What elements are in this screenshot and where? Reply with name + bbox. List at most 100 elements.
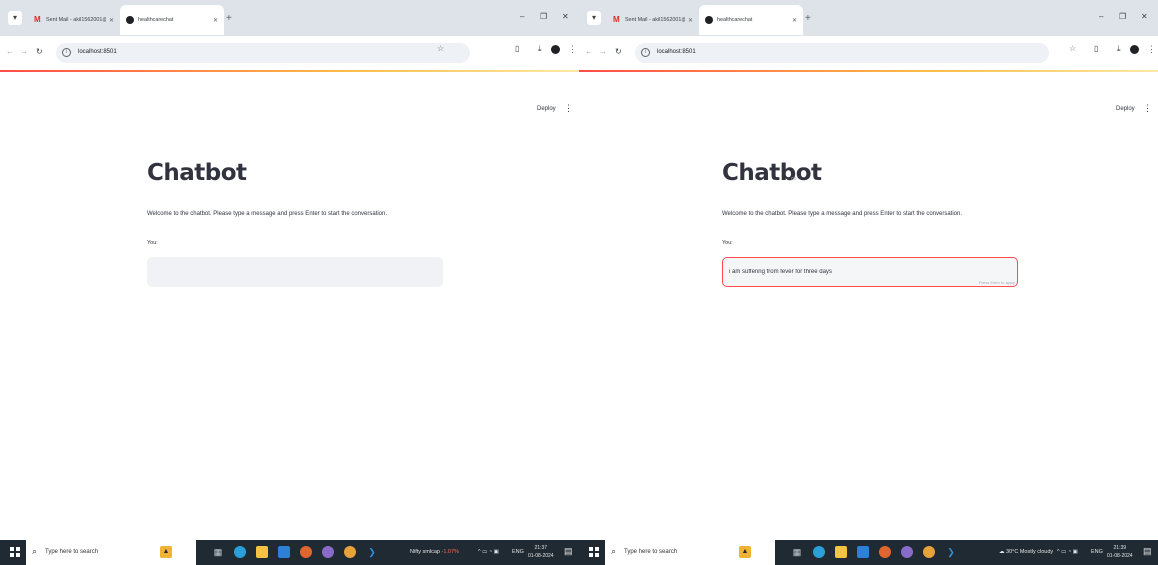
app-menu-icon[interactable]: ⋮ xyxy=(564,103,573,114)
clock-date: 01-08-2024 xyxy=(1107,553,1133,559)
file-explorer-icon[interactable] xyxy=(835,546,847,558)
profile-avatar[interactable] xyxy=(1130,45,1139,54)
chat-input[interactable] xyxy=(722,257,1018,287)
window-close-button[interactable]: ✕ xyxy=(1141,12,1148,21)
language-indicator[interactable]: ENG xyxy=(1091,549,1103,555)
windows-taskbar: ⌕ Type here to search ▲ ▦ ❯ Nifty smlcap… xyxy=(0,540,579,565)
reading-mode-icon[interactable]: ▯ xyxy=(515,44,519,53)
welcome-text: Welcome to the chatbot. Please type a me… xyxy=(147,211,388,217)
tab-title: healthcarechat xyxy=(138,17,174,23)
download-icon[interactable]: ⤓ xyxy=(538,44,542,54)
tray-icons[interactable]: ^ ▭ ◔ ▣ xyxy=(478,549,499,555)
store-icon[interactable] xyxy=(857,546,869,558)
browser-menu-icon[interactable]: ⋮ xyxy=(568,44,577,55)
search-placeholder: Type here to search xyxy=(45,549,99,555)
anchor-link-icon[interactable]: ∞ xyxy=(791,174,797,183)
edge-icon[interactable] xyxy=(234,546,246,558)
tray-icons[interactable]: ^ ▭ ◔ ▣ xyxy=(1057,549,1078,555)
streamlit-icon xyxy=(705,16,713,24)
url-text: localhost:8501 xyxy=(657,49,696,55)
app-menu-icon[interactable]: ⋮ xyxy=(1143,103,1152,114)
reload-button[interactable]: ↻ xyxy=(615,47,622,56)
close-icon[interactable]: ✕ xyxy=(792,17,797,24)
forward-button[interactable]: → xyxy=(20,47,28,56)
app-icon[interactable] xyxy=(879,546,891,558)
windows-start-icon[interactable] xyxy=(589,547,599,557)
address-bar[interactable]: i localhost:8501 xyxy=(56,43,470,63)
minimize-button[interactable]: – xyxy=(1099,12,1103,21)
clock[interactable]: 21:37 01-08-2024 xyxy=(528,544,554,560)
close-icon[interactable]: ✕ xyxy=(688,17,693,24)
store-icon[interactable] xyxy=(278,546,290,558)
deploy-button[interactable]: Deploy xyxy=(537,106,556,112)
vscode-icon[interactable]: ❯ xyxy=(366,546,378,558)
browser-toolbar: ← → ↻ i localhost:8501 ☆ ▯ ⤓ ⋮ xyxy=(579,36,1158,70)
weather-icon: ☁ xyxy=(999,549,1005,555)
address-bar[interactable]: i localhost:8501 xyxy=(635,43,1049,63)
new-tab-button[interactable]: + xyxy=(226,13,232,24)
tab-title: healthcarechat xyxy=(717,17,753,23)
download-icon[interactable]: ⤓ xyxy=(1117,44,1121,54)
clock-date: 01-08-2024 xyxy=(528,553,554,559)
bookmark-star-icon[interactable]: ☆ xyxy=(437,44,444,53)
minimize-button[interactable]: – xyxy=(520,12,524,21)
reading-mode-icon[interactable]: ▯ xyxy=(1094,44,1098,53)
app-icon[interactable]: ▲ xyxy=(160,546,172,558)
input-label: You: xyxy=(147,240,158,246)
reload-button[interactable]: ↻ xyxy=(36,47,43,56)
app-icon[interactable]: ▲ xyxy=(739,546,751,558)
app-icon[interactable] xyxy=(901,546,913,558)
file-explorer-icon[interactable] xyxy=(256,546,268,558)
task-view-icon[interactable]: ▦ xyxy=(212,546,224,558)
restore-button[interactable]: ❐ xyxy=(1119,12,1126,21)
tab-gmail[interactable]: M Sent Mail - akil1562001@gmai ✕ xyxy=(607,5,699,35)
chat-input[interactable] xyxy=(147,257,443,287)
back-button[interactable]: ← xyxy=(585,47,593,56)
close-icon[interactable]: ✕ xyxy=(213,17,218,24)
site-info-icon[interactable]: i xyxy=(641,48,650,57)
notifications-icon[interactable]: ▤ xyxy=(564,546,573,557)
new-tab-button[interactable]: + xyxy=(805,13,811,24)
bookmark-star-icon[interactable]: ☆ xyxy=(1069,44,1076,53)
clock[interactable]: 21:39 01-08-2024 xyxy=(1107,544,1133,560)
language-indicator[interactable]: ENG xyxy=(512,549,524,555)
input-label: You: xyxy=(722,240,733,246)
search-icon: ⌕ xyxy=(32,546,38,556)
tab-healthcarechat[interactable]: healthcarechat ✕ xyxy=(699,5,803,35)
tab-title: Sent Mail - akil1562001@gmai xyxy=(625,17,685,23)
weather-text: 30°C Mostly cloudy xyxy=(1006,549,1054,555)
window-close-button[interactable]: ✕ xyxy=(562,12,569,21)
gmail-icon: M xyxy=(613,15,620,24)
welcome-text: Welcome to the chatbot. Please type a me… xyxy=(722,211,963,217)
notifications-icon[interactable]: ▤ xyxy=(1143,546,1152,557)
tab-search-icon[interactable]: ▾ xyxy=(8,11,22,25)
edge-icon[interactable] xyxy=(813,546,825,558)
browser-toolbar: ← → ↻ i localhost:8501 ☆ ▯ ⤓ ⋮ xyxy=(0,36,579,70)
tab-healthcarechat[interactable]: healthcarechat ✕ xyxy=(120,5,224,35)
app-icon[interactable] xyxy=(322,546,334,558)
weather-widget[interactable]: ☁ 30°C Mostly cloudy xyxy=(999,549,1053,555)
restore-button[interactable]: ❐ xyxy=(540,12,547,21)
search-placeholder: Type here to search xyxy=(624,549,678,555)
site-info-icon[interactable]: i xyxy=(62,48,71,57)
tray-widget[interactable]: Nifty smlcap -1.07% xyxy=(410,549,459,555)
close-icon[interactable]: ✕ xyxy=(109,17,114,24)
clock-time: 21:37 xyxy=(534,545,548,551)
back-button[interactable]: ← xyxy=(6,47,14,56)
windows-taskbar: ⌕ Type here to search ▲ ▦ ❯ ☁ 30°C Mostl… xyxy=(579,540,1158,565)
forward-button[interactable]: → xyxy=(599,47,607,56)
windows-start-icon[interactable] xyxy=(10,547,20,557)
chrome-icon[interactable] xyxy=(344,546,356,558)
tab-gmail[interactable]: M Sent Mail - akil1562001@gmai ✕ xyxy=(28,5,120,35)
app-icon[interactable] xyxy=(300,546,312,558)
profile-avatar[interactable] xyxy=(551,45,560,54)
stock-change: -1.07% xyxy=(441,549,459,555)
browser-menu-icon[interactable]: ⋮ xyxy=(1147,44,1156,55)
deploy-button[interactable]: Deploy xyxy=(1116,106,1135,112)
chrome-icon[interactable] xyxy=(923,546,935,558)
page-title: Chatbot xyxy=(722,160,822,186)
tab-search-icon[interactable]: ▾ xyxy=(587,11,601,25)
task-view-icon[interactable]: ▦ xyxy=(791,546,803,558)
app-header-decoration xyxy=(0,70,579,72)
vscode-icon[interactable]: ❯ xyxy=(945,546,957,558)
